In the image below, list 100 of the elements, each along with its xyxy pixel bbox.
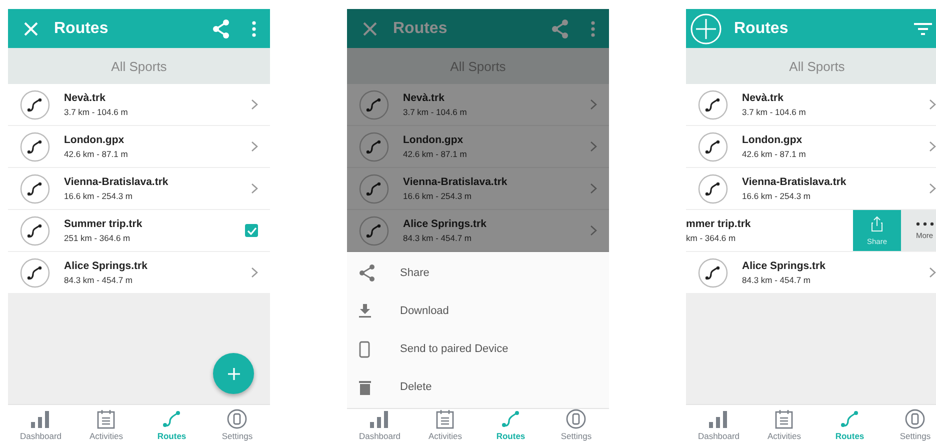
route-item[interactable]: London.gpx 42.6 km - 87.1 m bbox=[686, 126, 936, 168]
share-icon[interactable] bbox=[551, 18, 569, 38]
chevron-icon bbox=[929, 141, 936, 152]
nav-tab[interactable]: Dashboard bbox=[686, 411, 752, 441]
route-stats: 251 km - 364.6 m bbox=[64, 233, 132, 243]
clipboard-icon bbox=[775, 409, 794, 429]
bar-chart-icon bbox=[708, 411, 729, 429]
add-icon[interactable] bbox=[690, 12, 722, 44]
route-name: Vienna-Bratislava.trk bbox=[403, 176, 508, 188]
trash-icon bbox=[359, 380, 371, 394]
nav-tab[interactable]: Activities bbox=[74, 409, 139, 441]
route-name: Alice Springs.trk bbox=[742, 260, 826, 272]
route-item[interactable]: Summer trip.trk 251 km - 364.6 m bbox=[8, 210, 270, 252]
route-stats: 84.3 km - 454.7 m bbox=[64, 275, 134, 285]
chevron-icon bbox=[929, 99, 936, 110]
route-name: Alice Springs.trk bbox=[403, 218, 488, 230]
more-icon[interactable] bbox=[252, 20, 256, 36]
route-icon bbox=[840, 409, 860, 429]
share-icon[interactable] bbox=[212, 18, 230, 38]
route-name: Nevà.trk bbox=[64, 92, 106, 104]
route-stats: 16.6 km - 254.3 m bbox=[64, 191, 134, 201]
route-item[interactable]: Nevà.trk 3.7 km - 104.6 m bbox=[347, 84, 609, 126]
route-icon bbox=[698, 132, 728, 162]
route-icon bbox=[359, 174, 389, 204]
route-stats: 16.6 km - 254.3 m bbox=[742, 191, 812, 201]
phone-icon bbox=[359, 340, 370, 358]
route-stats: 3.7 km - 104.6 m bbox=[742, 107, 807, 117]
route-stats: km - 364.6 m bbox=[686, 233, 737, 243]
route-stats: 84.3 km - 454.7 m bbox=[403, 233, 473, 243]
route-name: London.gpx bbox=[403, 134, 464, 146]
nav-tab[interactable]: Settings bbox=[882, 409, 936, 441]
route-stats: 3.7 km - 104.6 m bbox=[64, 107, 129, 117]
menu-item[interactable]: Delete bbox=[347, 368, 609, 406]
route-icon bbox=[698, 90, 728, 120]
route-icon bbox=[698, 174, 728, 204]
download-icon bbox=[359, 304, 371, 318]
checkmark-icon bbox=[246, 226, 256, 234]
route-icon bbox=[20, 132, 50, 162]
plus-icon bbox=[228, 368, 240, 380]
watch-icon bbox=[566, 409, 586, 429]
chevron-icon bbox=[590, 183, 597, 194]
watch-icon bbox=[905, 409, 926, 429]
nav-tab[interactable]: Activities bbox=[412, 409, 478, 441]
route-item[interactable]: Vienna-Bratislava.trk 16.6 km - 254.3 m bbox=[8, 168, 270, 210]
screen-title: Routes bbox=[734, 20, 790, 38]
route-item[interactable]: Alice Springs.trk 84.3 km - 454.7 m bbox=[347, 210, 609, 252]
route-icon bbox=[20, 90, 50, 120]
route-name: Summer trip.trk bbox=[64, 218, 144, 230]
sport-filter[interactable]: All Sports bbox=[686, 48, 936, 84]
route-icon bbox=[359, 132, 389, 162]
route-name: Nevà.trk bbox=[742, 92, 784, 104]
route-icon bbox=[20, 216, 50, 246]
route-item[interactable]: London.gpx 42.6 km - 87.1 m bbox=[8, 126, 270, 168]
nav-tab[interactable]: Settings bbox=[204, 409, 270, 441]
add-button[interactable] bbox=[213, 353, 254, 394]
chevron-icon bbox=[590, 225, 597, 236]
screen-title: Routes bbox=[54, 20, 110, 38]
route-name: mmer trip.trk bbox=[686, 218, 752, 230]
clipboard-icon bbox=[97, 409, 116, 429]
nav-tab[interactable]: Dashboard bbox=[347, 411, 412, 441]
route-name: London.gpx bbox=[742, 134, 804, 146]
menu-item[interactable]: Download bbox=[347, 292, 609, 330]
more-icon bbox=[916, 222, 934, 226]
route-item[interactable]: Alice Springs.trk 84.3 km - 454.7 m bbox=[686, 252, 936, 294]
route-name: Vienna-Bratislava.trk bbox=[742, 176, 848, 188]
route-stats: 42.6 km - 87.1 m bbox=[64, 149, 129, 159]
checkbox[interactable] bbox=[245, 224, 258, 237]
chevron-icon bbox=[929, 183, 936, 194]
route-item[interactable]: Vienna-Bratislava.trk 16.6 km - 254.3 m bbox=[686, 168, 936, 210]
share-icon bbox=[359, 264, 375, 282]
menu-item[interactable]: Share bbox=[347, 254, 609, 292]
sport-filter[interactable]: All Sports bbox=[8, 48, 270, 84]
nav-tab[interactable]: Activities bbox=[752, 409, 817, 441]
route-stats: 42.6 km - 87.1 m bbox=[403, 149, 468, 159]
more-icon[interactable] bbox=[591, 20, 595, 36]
route-icon bbox=[359, 90, 389, 120]
filter-icon[interactable] bbox=[914, 22, 932, 36]
nav-tab[interactable]: Dashboard bbox=[8, 411, 74, 441]
screen-title: Routes bbox=[393, 20, 448, 38]
clipboard-icon bbox=[436, 409, 454, 429]
route-stats: 84.3 km - 454.7 m bbox=[742, 275, 812, 285]
route-item[interactable]: Nevà.trk 3.7 km - 104.6 m bbox=[8, 84, 270, 126]
route-icon bbox=[20, 174, 50, 204]
route-name: London.gpx bbox=[64, 134, 126, 146]
route-icon bbox=[698, 258, 728, 288]
route-item[interactable]: Alice Springs.trk 84.3 km - 454.7 m bbox=[8, 252, 270, 294]
close-icon[interactable] bbox=[24, 22, 38, 36]
route-icon bbox=[359, 216, 389, 246]
close-icon[interactable] bbox=[363, 22, 377, 36]
bar-chart-icon bbox=[370, 411, 390, 429]
route-stats: 3.7 km - 104.6 m bbox=[403, 107, 468, 117]
route-item[interactable]: London.gpx 42.6 km - 87.1 m bbox=[347, 126, 609, 168]
watch-icon bbox=[227, 409, 248, 429]
route-name: Nevà.trk bbox=[403, 92, 446, 104]
menu-item[interactable]: Send to paired Device bbox=[347, 330, 609, 368]
route-item[interactable]: Nevà.trk 3.7 km - 104.6 m bbox=[686, 84, 936, 126]
route-item[interactable]: Vienna-Bratislava.trk 16.6 km - 254.3 m bbox=[347, 168, 609, 210]
chevron-icon bbox=[590, 141, 597, 152]
route-name: Alice Springs.trk bbox=[64, 260, 148, 272]
nav-tab[interactable]: Settings bbox=[544, 409, 609, 441]
